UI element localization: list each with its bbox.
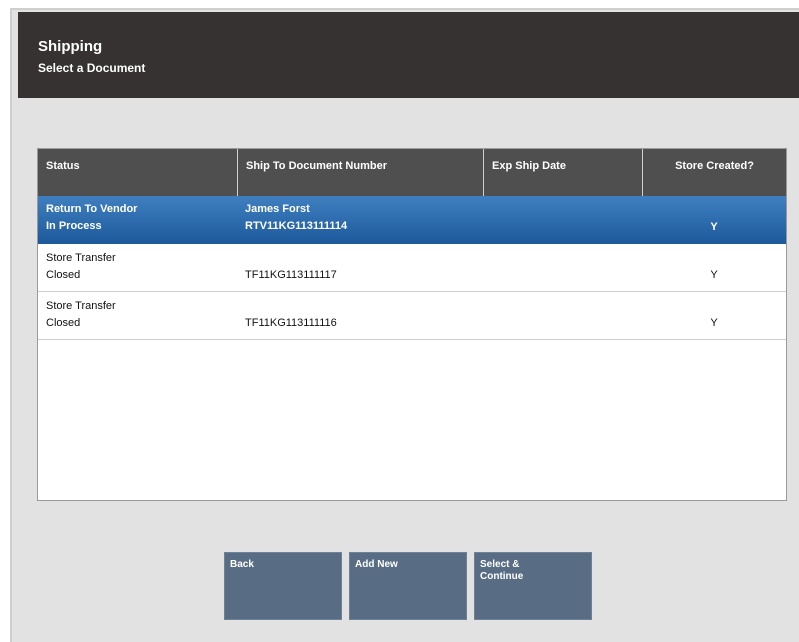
action-button-bar: Back Add New Select & Continue [224,552,592,620]
store-created-cell: Y [710,269,718,281]
table-row[interactable]: Store Transfer Closed TF11KG113111116 Y [38,292,786,340]
status-cell: Store Transfer Closed [46,252,116,281]
page-title: Shipping [38,38,103,55]
table-row[interactable]: Store Transfer Closed TF11KG113111117 Y [38,244,786,292]
document-table: Status Ship To Document Number Exp Ship … [37,148,787,501]
app-window: Shipping Select a Document Status Ship T… [10,8,799,642]
add-new-button[interactable]: Add New [349,552,467,620]
page-subtitle: Select a Document [38,61,146,75]
column-header-exp-ship-date[interactable]: Exp Ship Date [483,149,642,196]
column-header-ship-to[interactable]: Ship To Document Number [237,149,483,196]
ship-to-cell: TF11KG113111116 [245,317,337,329]
header-bar: Shipping Select a Document [18,12,799,98]
status-cell: Store Transfer Closed [46,300,116,329]
column-header-status[interactable]: Status [38,149,237,196]
back-button[interactable]: Back [224,552,342,620]
table-header: Status Ship To Document Number Exp Ship … [38,149,786,196]
exp-ship-date-cell [483,292,642,339]
status-cell: Return To Vendor In Process [46,203,138,232]
store-created-cell: Y [710,317,718,329]
exp-ship-date-cell [483,244,642,291]
ship-to-cell: James Forst RTV11KG113111114 [245,203,348,232]
table-row[interactable]: Return To Vendor In Process James Forst … [38,196,786,244]
store-created-cell: Y [710,221,718,233]
exp-ship-date-cell [483,196,642,243]
ship-to-cell: TF11KG113111117 [245,269,337,281]
column-header-store-created[interactable]: Store Created? [642,149,786,196]
select-continue-button[interactable]: Select & Continue [474,552,592,620]
